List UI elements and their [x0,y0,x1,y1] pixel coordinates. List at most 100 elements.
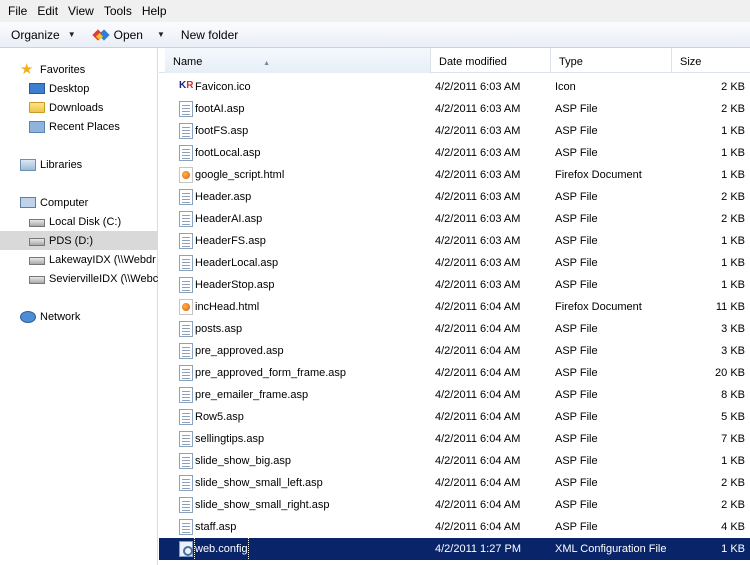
nav-item-pds-d[interactable]: PDS (D:) [0,231,158,250]
nav-network[interactable]: Network [0,307,158,326]
file-type: ASP File [555,367,598,379]
file-row[interactable]: pre_approved_form_frame.asp 4/2/2011 6:04… [159,362,750,384]
file-row[interactable]: footFS.asp 4/2/2011 6:03 AM ASP File 1 KB [159,120,750,142]
new-folder-button[interactable]: New folder [175,23,244,47]
column-size[interactable]: Size [672,48,750,73]
file-row[interactable]: Row5.asp 4/2/2011 6:04 AM ASP File 5 KB [159,406,750,428]
nav-label: Favorites [40,63,86,76]
file-size: 5 KB [721,411,745,423]
file-date: 4/2/2011 6:04 AM [435,455,521,467]
file-type: ASP File [555,389,598,401]
command-bar: Organize ▼ Open ▼ New folder [0,22,750,48]
file-name-cell: staff.asp [179,516,429,538]
nav-item-recent-places[interactable]: Recent Places [0,117,158,136]
asp-file-icon [179,519,193,535]
nav-item-downloads[interactable]: Downloads [0,98,158,117]
open-dropdown-button[interactable]: ▼ [149,23,173,47]
file-date: 4/2/2011 1:27 PM [435,543,522,555]
file-type: ASP File [555,521,598,533]
nav-computer[interactable]: Computer [0,193,158,212]
column-name[interactable]: Name ▲ [165,48,431,73]
desktop-icon [29,83,45,94]
config-file-icon [179,541,193,557]
file-row[interactable]: HeaderFS.asp 4/2/2011 6:03 AM ASP File 1 KB [159,230,750,252]
file-size: 2 KB [721,191,745,203]
nav-item-seviervilleidx[interactable]: SeviervilleIDX (\\Webc [0,269,158,288]
file-row[interactable]: google_script.html 4/2/2011 6:03 AM Firefo… [159,164,750,186]
file-size: 8 KB [721,389,745,401]
file-size: 2 KB [721,477,745,489]
asp-file-icon [179,475,193,491]
file-size: 11 KB [715,301,745,313]
drive-icon [29,238,45,246]
menu-help[interactable]: Help [137,0,172,22]
menu-view[interactable]: View [63,0,99,22]
asp-file-icon [179,101,193,117]
column-type[interactable]: Type [551,48,672,73]
file-row[interactable]: HeaderLocal.asp 4/2/2011 6:03 AM ASP File 1… [159,252,750,274]
asp-file-icon [179,365,193,381]
file-row[interactable]: KR Favicon.ico 4/2/2011 6:03 AM Icon 2 KB [159,76,750,98]
file-row[interactable]: sellingtips.asp 4/2/2011 6:04 AM ASP File 7… [159,428,750,450]
nav-label: Computer [40,196,89,209]
open-button[interactable]: Open [88,23,149,47]
organize-button[interactable]: Organize ▼ [0,23,82,47]
file-name: pre_approved_form_frame.asp [195,367,347,379]
file-size: 3 KB [721,345,745,357]
file-row[interactable]: slide_show_small_right.asp 4/2/2011 6:04 … [159,494,750,516]
file-name-cell: footFS.asp [179,120,429,142]
file-name-cell: Header.asp [179,186,429,208]
firefox-document-icon [179,299,193,315]
asp-file-icon [179,211,193,227]
file-row[interactable]: posts.asp 4/2/2011 6:04 AM ASP File 3 KB [159,318,750,340]
file-row[interactable]: footAI.asp 4/2/2011 6:03 AM ASP File 2 KB [159,98,750,120]
file-row[interactable]: footLocal.asp 4/2/2011 6:03 AM ASP File 1 K… [159,142,750,164]
file-row[interactable]: slide_show_small_left.asp 4/2/2011 6:04 A… [159,472,750,494]
file-name-cell: footLocal.asp [179,142,429,164]
file-type: ASP File [555,477,598,489]
file-date: 4/2/2011 6:03 AM [435,125,521,137]
file-row[interactable]: pre_emailer_frame.asp 4/2/2011 6:04 AM ASP… [159,384,750,406]
asp-file-icon [179,189,193,205]
column-type-label: Type [559,56,583,68]
file-name-cell: HeaderFS.asp [179,230,429,252]
file-row[interactable]: pre_approved.asp 4/2/2011 6:04 AM ASP File… [159,340,750,362]
menu-file[interactable]: File [3,0,32,22]
file-row[interactable]: Header.asp 4/2/2011 6:03 AM ASP File 2 KB [159,186,750,208]
nav-libraries[interactable]: Libraries [0,155,158,174]
nav-item-desktop[interactable]: Desktop [0,79,158,98]
file-type: ASP File [555,191,598,203]
file-date: 4/2/2011 6:03 AM [435,257,521,269]
file-row[interactable]: incHead.html 4/2/2011 6:04 AM Firefox Docu… [159,296,750,318]
file-date: 4/2/2011 6:04 AM [435,367,521,379]
file-date: 4/2/2011 6:04 AM [435,345,521,357]
file-row[interactable]: HeaderStop.asp 4/2/2011 6:03 AM ASP File 1 … [159,274,750,296]
column-date-modified[interactable]: Date modified [431,48,551,73]
file-type: ASP File [555,213,598,225]
file-row[interactable]: web.config 4/2/2011 1:27 PM XML Configurat… [159,537,750,561]
nav-item-lakewayidx[interactable]: LakewayIDX (\\Webdr [0,250,158,269]
file-name-cell: sellingtips.asp [179,428,429,450]
nav-label: LakewayIDX (\\Webdr [49,253,156,266]
drive-icon [29,219,45,227]
nav-label: Downloads [49,101,104,114]
file-row[interactable]: slide_show_big.asp 4/2/2011 6:04 AM ASP Fi… [159,450,750,472]
file-name: HeaderAI.asp [195,213,263,225]
file-row[interactable]: HeaderAI.asp 4/2/2011 6:03 AM ASP File 2 KB [159,208,750,230]
open-label: Open [113,27,143,42]
file-row[interactable]: staff.asp 4/2/2011 6:04 AM ASP File 4 KB [159,516,750,538]
file-type: Firefox Document [555,301,642,313]
menu-tools[interactable]: Tools [99,0,137,22]
file-name-cell: pre_approved_form_frame.asp [179,362,429,384]
nav-favorites[interactable]: ★ Favorites [0,60,158,79]
asp-file-icon [179,387,193,403]
file-date: 4/2/2011 6:03 AM [435,235,521,247]
menu-edit[interactable]: Edit [32,0,63,22]
file-type: ASP File [555,323,598,335]
file-name-cell: Row5.asp [179,406,429,428]
file-size: 2 KB [721,81,745,93]
file-date: 4/2/2011 6:03 AM [435,279,521,291]
file-size: 3 KB [721,323,745,335]
nav-item-local-disk-c[interactable]: Local Disk (C:) [0,212,158,231]
file-name: slide_show_small_right.asp [195,499,330,511]
